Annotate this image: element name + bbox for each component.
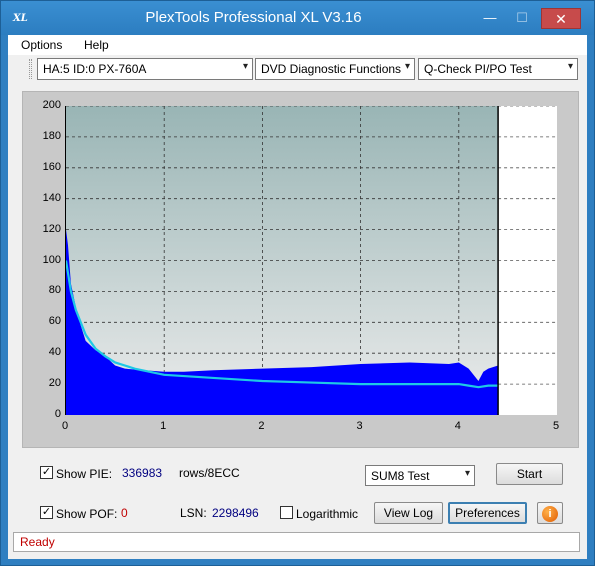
x-tick-label: 3: [356, 420, 363, 432]
function-select[interactable]: DVD Diagnostic Functions ▾: [255, 58, 415, 80]
menu-options[interactable]: Options: [21, 38, 62, 52]
client-area: Options Help HA:5 ID:0 PX-760A ▾ DVD Dia…: [8, 35, 587, 559]
y-tick-label: 40: [48, 346, 61, 359]
show-pof-checkbox[interactable]: ✓: [40, 506, 53, 519]
chevron-down-icon: ▾: [567, 61, 573, 72]
sum8-select-value: SUM8 Test: [371, 469, 430, 483]
minimize-button[interactable]: —: [477, 8, 503, 29]
y-tick-label: 80: [48, 284, 61, 297]
show-pie-label: Show PIE:: [56, 467, 113, 481]
y-tick-label: 180: [42, 129, 61, 142]
y-tick-label: 0: [54, 408, 61, 420]
function-select-value: DVD Diagnostic Functions: [261, 62, 402, 76]
x-tick-label: 5: [552, 420, 560, 432]
show-pof-label: Show POF:: [56, 507, 118, 521]
chart-svg: [66, 106, 557, 415]
pof-value: 0: [121, 506, 128, 520]
y-tick-label: 140: [42, 191, 61, 204]
lsn-value: 2298496: [212, 506, 259, 520]
pie-unit: rows/8ECC: [179, 466, 240, 480]
chevron-down-icon: ▾: [464, 468, 470, 479]
drive-select[interactable]: HA:5 ID:0 PX-760A ▾: [37, 58, 253, 80]
show-pie-checkbox[interactable]: ✓: [40, 466, 53, 479]
pie-value: 336983: [122, 466, 163, 480]
close-button[interactable]: ✕: [541, 8, 581, 29]
maximize-button[interactable]: ☐: [508, 8, 536, 29]
graph-panel: 0 20 40 60 80 100 120 140 160 180 200 0 1 2 3 4 5: [22, 91, 579, 448]
view-log-button[interactable]: View Log: [374, 502, 443, 524]
y-tick-label: 120: [42, 222, 61, 235]
y-tick-label: 200: [42, 99, 61, 111]
title-bar[interactable]: XL PlexTools Professional XL V3.16 — ☐ ✕: [1, 1, 594, 35]
logarithmic-checkbox[interactable]: [280, 506, 293, 519]
info-icon: i: [542, 506, 558, 522]
logarithmic-label: Logarithmic: [296, 507, 359, 521]
start-button[interactable]: Start: [496, 463, 563, 485]
chevron-down-icon: ▾: [242, 61, 248, 72]
y-tick-label: 100: [42, 253, 61, 266]
window-title: PlexTools Professional XL V3.16: [145, 9, 362, 26]
info-button[interactable]: i: [537, 502, 563, 524]
sum8-select[interactable]: SUM8 Test ▾: [365, 465, 475, 486]
toolbar-grip[interactable]: [29, 59, 32, 79]
x-tick-label: 2: [258, 420, 265, 432]
x-tick-label: 4: [454, 420, 461, 432]
menu-bar: Options Help: [8, 35, 587, 55]
x-tick-label: 1: [160, 420, 167, 432]
lsn-label: LSN:: [180, 506, 207, 520]
preferences-button[interactable]: Preferences: [448, 502, 527, 524]
chevron-down-icon: ▾: [404, 61, 410, 72]
x-tick-label: 0: [61, 420, 69, 432]
status-text: Ready: [20, 535, 55, 549]
status-bar: Ready: [13, 532, 580, 552]
application-window: XL PlexTools Professional XL V3.16 — ☐ ✕…: [0, 0, 595, 566]
drive-select-value: HA:5 ID:0 PX-760A: [43, 62, 147, 76]
test-select-value: Q-Check PI/PO Test: [424, 62, 532, 76]
toolbar: HA:5 ID:0 PX-760A ▾ DVD Diagnostic Funct…: [8, 55, 587, 91]
y-tick-label: 60: [48, 315, 61, 328]
plot-area: [65, 106, 557, 415]
y-tick-label: 20: [48, 377, 61, 390]
menu-help[interactable]: Help: [84, 38, 109, 52]
test-select[interactable]: Q-Check PI/PO Test ▾: [418, 58, 578, 80]
y-tick-label: 160: [42, 160, 61, 173]
